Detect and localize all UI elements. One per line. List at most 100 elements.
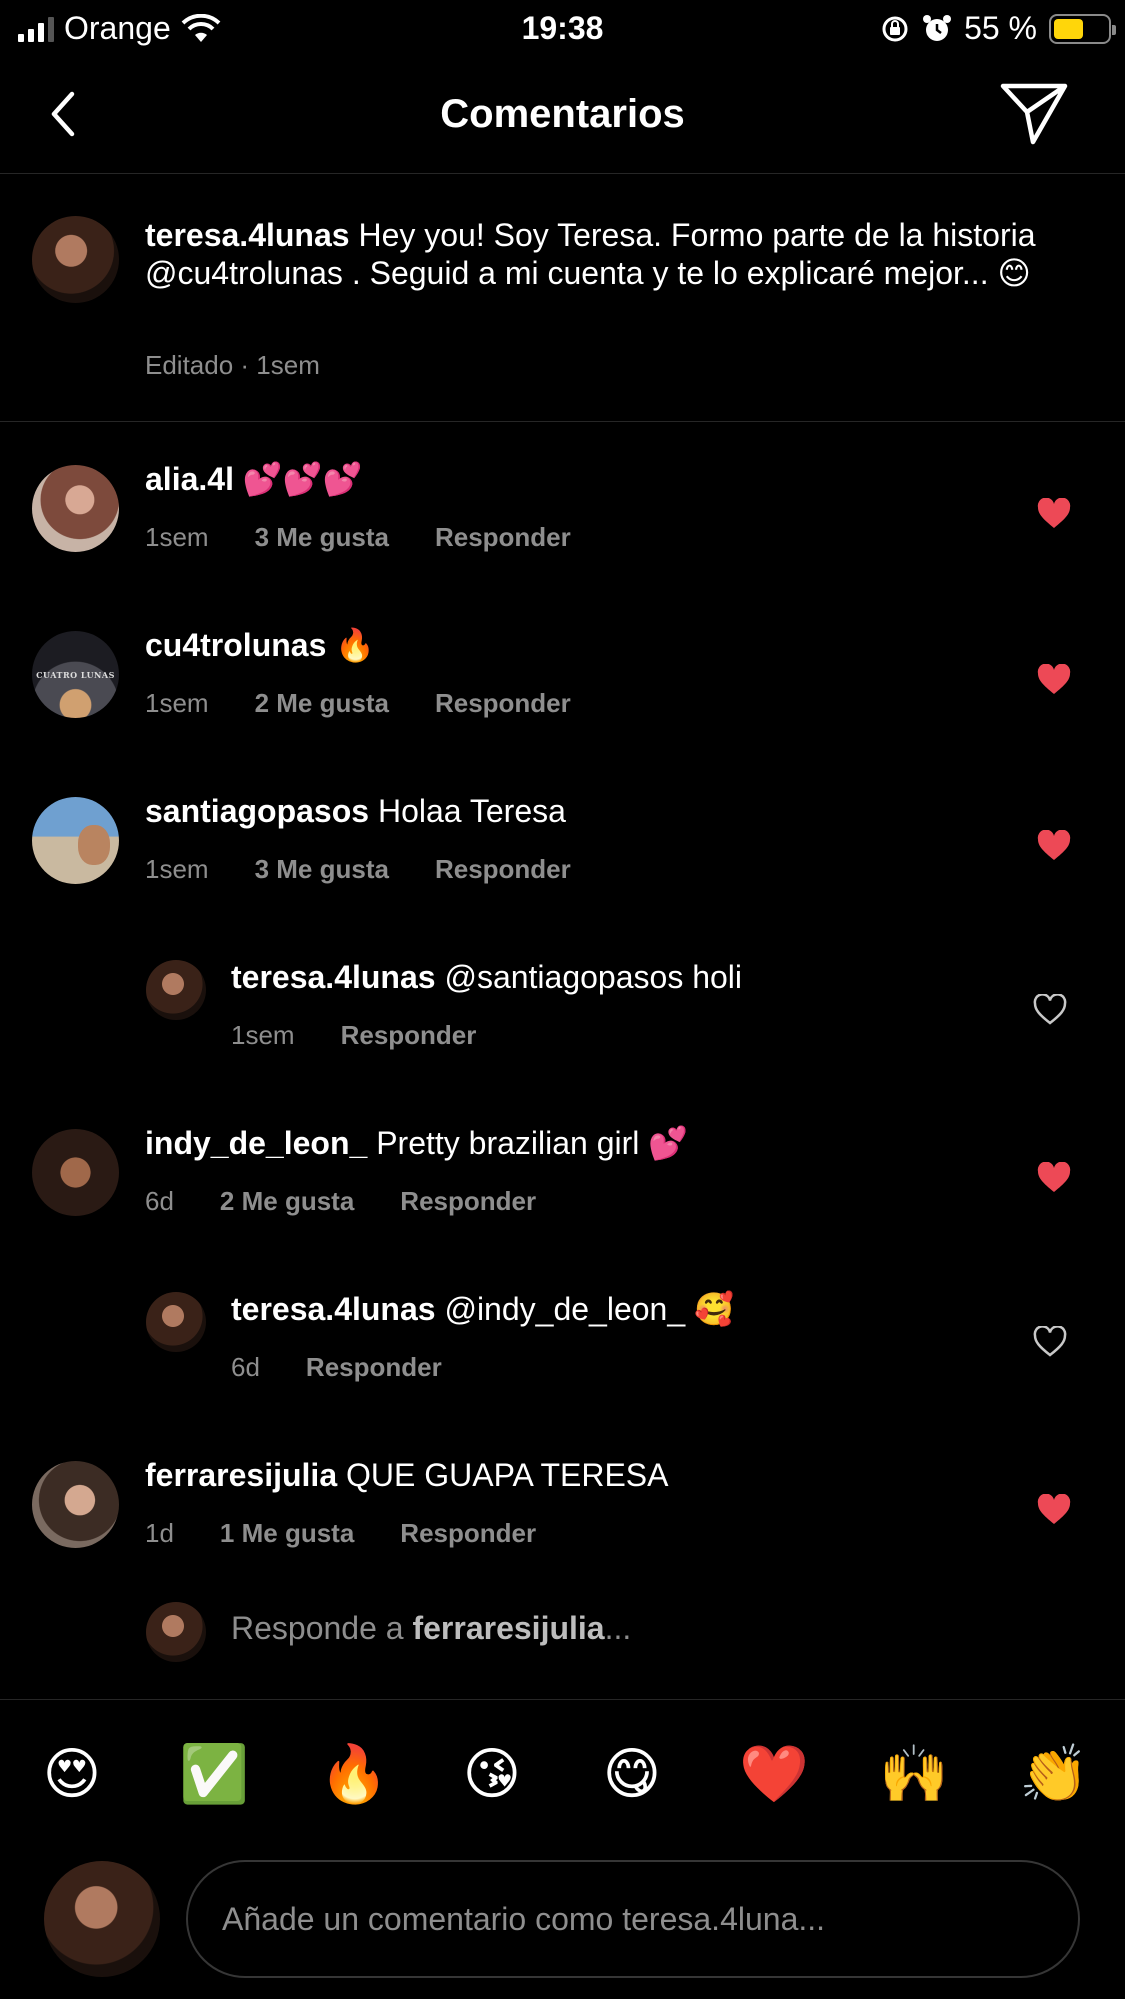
heart-outline-icon[interactable] (1032, 1326, 1068, 1358)
comment-username[interactable]: ferraresijulia (145, 1457, 337, 1493)
reply-button[interactable]: Responder (435, 522, 571, 553)
reply-prompt-text[interactable]: Responde a ferraresijulia... (231, 1610, 631, 1647)
comment-composer: Añade un comentario como teresa.4luna... (0, 1850, 1125, 1999)
reply-item: teresa.4lunas @indy_de_leon_ 🥰 6d Respon… (0, 1270, 1125, 1420)
comment-time: 1sem (145, 688, 209, 718)
comment-username[interactable]: santiagopasos (145, 793, 369, 829)
comment-meta: 1d 1 Me gusta Responder (145, 1518, 536, 1549)
comment-body: 🔥 (335, 627, 376, 663)
comment-username[interactable]: teresa.4lunas (231, 1291, 436, 1327)
comment-meta: 6d 2 Me gusta Responder (145, 1186, 536, 1217)
orientation-lock-icon (882, 16, 908, 41)
avatar[interactable] (32, 1461, 119, 1548)
emoji-check-mark-button[interactable]: ✅ (179, 1742, 249, 1808)
header: Comentarios (0, 58, 1125, 174)
comment-item: santiagopasos Holaa Teresa 1sem 3 Me gus… (0, 772, 1125, 922)
avatar[interactable] (146, 1292, 206, 1352)
like-count-button[interactable]: 1 Me gusta (220, 1518, 354, 1549)
comment-item: alia.4l 💕💕💕 1sem 3 Me gusta Responder (0, 440, 1125, 590)
avatar-logo-text: CUATRO LUNAS (36, 669, 115, 680)
reply-button[interactable]: Responder (341, 1020, 477, 1051)
comment-item: ferraresijulia QUE GUAPA TERESA 1d 1 Me … (0, 1436, 1125, 1586)
caption-meta: Editado · 1sem (145, 350, 320, 381)
comment-body: Pretty brazilian girl 💕 (376, 1125, 689, 1161)
emoji-fire-button[interactable]: 🔥 (319, 1742, 389, 1808)
alarm-icon (923, 14, 952, 41)
comment-body: @santiagopasos holi (444, 959, 743, 995)
comment-meta: 1sem 2 Me gusta Responder (145, 688, 571, 719)
status-right: 55 % (880, 10, 1116, 47)
comment-username[interactable]: indy_de_leon_ (145, 1125, 367, 1161)
post-caption: teresa.4lunas Hey you! Soy Teresa. Formo… (0, 174, 1125, 422)
emoji-raised-hands-button[interactable]: 🙌 (879, 1742, 949, 1808)
emoji-clapping-button[interactable]: 👏 (1019, 1742, 1089, 1808)
liked-heart-icon[interactable] (1036, 830, 1072, 862)
emoji-yum-button[interactable]: 😋 (599, 1742, 665, 1808)
comment-username[interactable]: teresa.4lunas (231, 959, 436, 995)
reply-button[interactable]: Responder (400, 1518, 536, 1549)
avatar[interactable] (146, 960, 206, 1020)
avatar[interactable] (32, 465, 119, 552)
comment-time: 6d (231, 1352, 260, 1382)
comment-time: 1sem (145, 854, 209, 884)
comment-text: santiagopasos Holaa Teresa (145, 792, 1005, 830)
comment-time: 1sem (231, 1020, 295, 1050)
like-count-button[interactable]: 3 Me gusta (255, 522, 389, 553)
comment-username[interactable]: cu4trolunas (145, 627, 326, 663)
comment-time: 1d (145, 1518, 174, 1548)
liked-heart-icon[interactable] (1036, 498, 1072, 530)
comment-text: cu4trolunas 🔥 (145, 626, 1005, 664)
comment-time: 6d (145, 1186, 174, 1216)
caption-edited-time: Editado · 1sem (145, 350, 320, 380)
comment-body: Holaa Teresa (377, 793, 566, 829)
comment-body: QUE GUAPA TERESA (346, 1457, 669, 1493)
reply-prefix: Responde a (231, 1610, 413, 1646)
reply-target-username: ferraresijulia (412, 1610, 605, 1646)
avatar[interactable] (32, 216, 119, 303)
comment-input[interactable]: Añade un comentario como teresa.4luna... (186, 1860, 1080, 1978)
comment-text: ferraresijulia QUE GUAPA TERESA (145, 1456, 1005, 1494)
reply-button[interactable]: Responder (435, 854, 571, 885)
liked-heart-icon[interactable] (1036, 1494, 1072, 1526)
reply-button[interactable]: Responder (400, 1186, 536, 1217)
avatar[interactable]: CUATRO LUNAS (32, 631, 119, 718)
comment-body: @indy_de_leon_ 🥰 (444, 1291, 734, 1327)
comment-meta: 1sem 3 Me gusta Responder (145, 854, 571, 885)
avatar (146, 1602, 206, 1662)
like-count-button[interactable]: 2 Me gusta (255, 688, 389, 719)
comment-username[interactable]: alia.4l (145, 461, 234, 497)
emoji-quick-bar: 😍 ✅ 🔥 😘 😋 ❤️ 🙌 👏 (0, 1700, 1125, 1850)
comment-text: alia.4l 💕💕💕 (145, 460, 1005, 498)
emoji-heart-eyes-button[interactable]: 😍 (39, 1742, 105, 1808)
reply-button[interactable]: Responder (306, 1352, 442, 1383)
comment-meta: 1sem 3 Me gusta Responder (145, 522, 571, 553)
reply-item: teresa.4lunas @santiagopasos holi 1sem R… (0, 938, 1125, 1088)
heart-outline-icon[interactable] (1032, 994, 1068, 1026)
comment-item: indy_de_leon_ Pretty brazilian girl 💕 6d… (0, 1104, 1125, 1254)
avatar[interactable] (32, 1129, 119, 1216)
comment-meta: 1sem Responder (231, 1020, 476, 1051)
like-count-button[interactable]: 2 Me gusta (220, 1186, 354, 1217)
battery-percent: 55 % (964, 10, 1037, 46)
caption-text: teresa.4lunas Hey you! Soy Teresa. Formo… (145, 216, 1065, 292)
comment-item: CUATRO LUNAS cu4trolunas 🔥 1sem 2 Me gus… (0, 606, 1125, 756)
status-bar: Orange 19:38 55 % (0, 0, 1125, 58)
like-count-button[interactable]: 3 Me gusta (255, 854, 389, 885)
caption-username[interactable]: teresa.4lunas (145, 217, 350, 253)
emoji-kiss-button[interactable]: 😘 (459, 1742, 525, 1808)
current-user-avatar (44, 1861, 160, 1977)
reply-button[interactable]: Responder (435, 688, 571, 719)
battery-icon (1049, 13, 1116, 44)
comment-meta: 6d Responder (231, 1352, 442, 1383)
reply-prompt[interactable]: Responde a ferraresijulia... (0, 1590, 1125, 1700)
battery-level (1054, 18, 1083, 39)
reply-suffix: ... (604, 1610, 632, 1646)
direct-message-send-icon[interactable] (999, 80, 1069, 146)
liked-heart-icon[interactable] (1036, 664, 1072, 696)
comment-text: teresa.4lunas @indy_de_leon_ 🥰 (231, 1290, 1011, 1328)
avatar[interactable] (32, 797, 119, 884)
page-title: Comentarios (440, 92, 685, 136)
comment-time: 1sem (145, 522, 209, 552)
emoji-red-heart-button[interactable]: ❤️ (739, 1742, 809, 1808)
liked-heart-icon[interactable] (1036, 1162, 1072, 1194)
